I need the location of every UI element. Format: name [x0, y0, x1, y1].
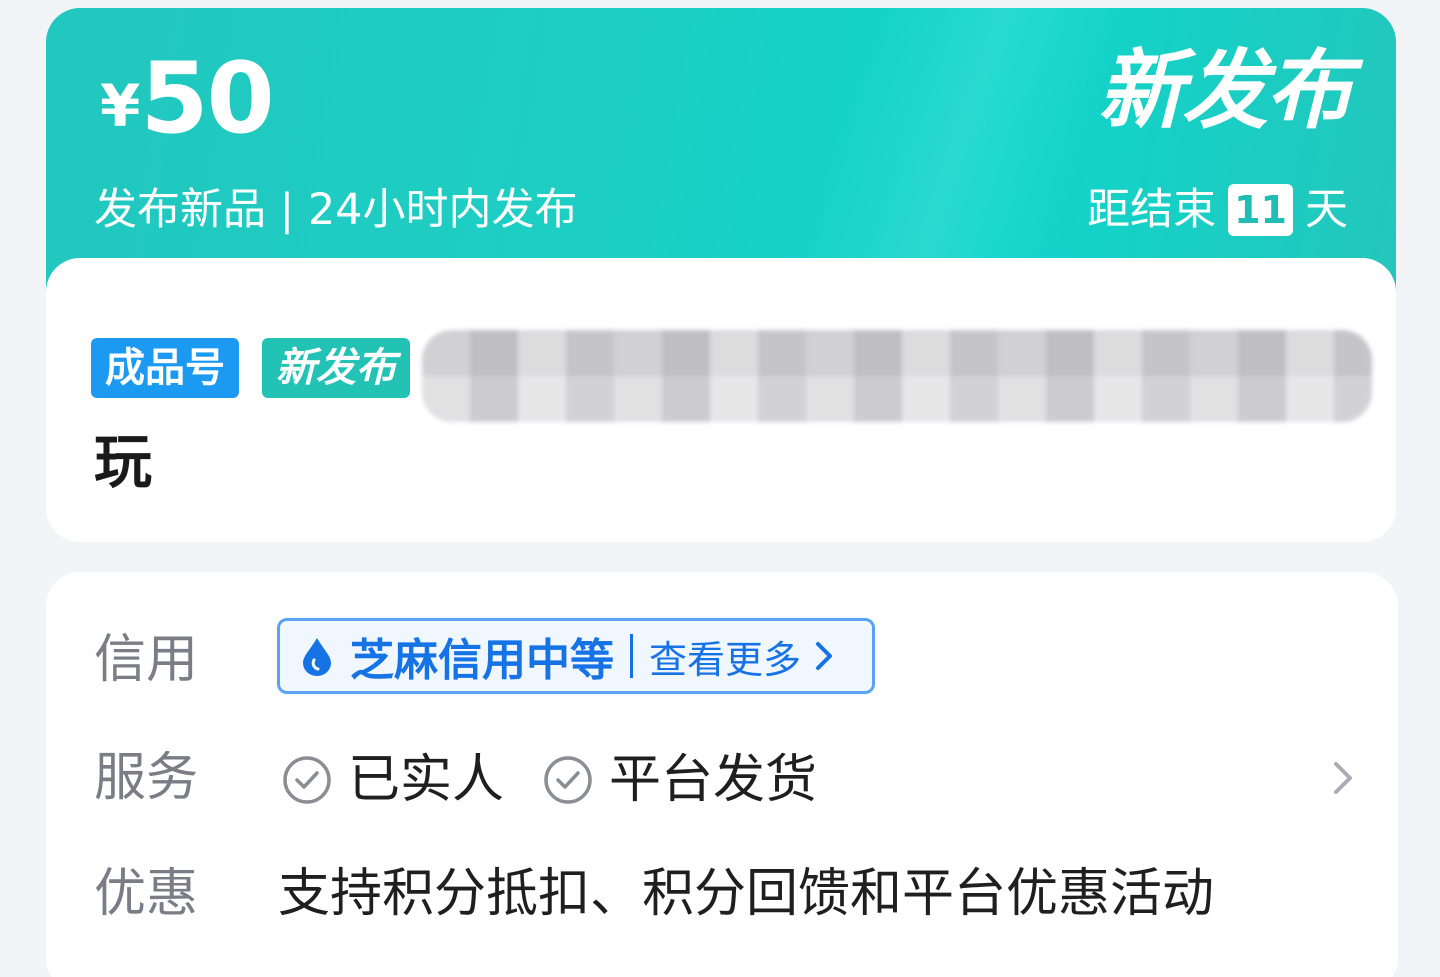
price-currency: ¥ [100, 72, 141, 140]
chevron-right-icon [816, 642, 833, 670]
service-item-platform-delivery: 平台发货 [543, 750, 817, 810]
countdown: 距结束 11 天 [1087, 182, 1348, 238]
service-item-verified: 已实人 [282, 750, 504, 810]
blurred-product-name [422, 330, 1372, 422]
tag-finished-account: 成品号 [91, 338, 239, 398]
price-amount: 50 [140, 42, 274, 156]
countdown-days: 11 [1228, 184, 1293, 236]
tag-new-release: 新发布 [262, 338, 410, 398]
credit-label: 信用 [94, 630, 199, 690]
info-card: 信用 芝麻信用中等 查看更多 服务 已实人 平台发货 优惠 支持积分抵扣、积分回… [46, 572, 1398, 977]
drop-icon [303, 638, 331, 676]
promo-label: 优惠 [94, 864, 199, 924]
check-circle-icon [283, 756, 331, 804]
view-more-link[interactable]: 查看更多 [649, 629, 801, 684]
banner-title: 新发布 [1098, 41, 1352, 141]
price: ¥50 [100, 50, 275, 148]
service-label: 服务 [94, 748, 199, 808]
countdown-prefix: 距结束 [1087, 185, 1217, 235]
credit-level: 芝麻信用中等 [350, 635, 614, 686]
check-circle-icon [544, 756, 592, 804]
credit-chip[interactable]: 芝麻信用中等 查看更多 [277, 618, 875, 694]
service-label-text: 平台发货 [609, 750, 818, 810]
banner-subtitle: 发布新品 | 24小时内发布 [94, 185, 578, 235]
countdown-suffix: 天 [1305, 185, 1348, 235]
service-label-text: 已实人 [348, 750, 505, 810]
chevron-right-icon[interactable] [1330, 758, 1356, 798]
product-header-card: ¥50 发布新品 | 24小时内发布 新发布 距结束 11 天 成品号 新发布 … [46, 8, 1396, 542]
chip-divider [630, 634, 633, 678]
product-title-panel: 成品号 新发布 玩 [46, 258, 1396, 542]
promo-text: 支持积分抵扣、积分回馈和平台优惠活动 [278, 864, 1215, 924]
product-name-line2: 玩 [94, 428, 153, 496]
